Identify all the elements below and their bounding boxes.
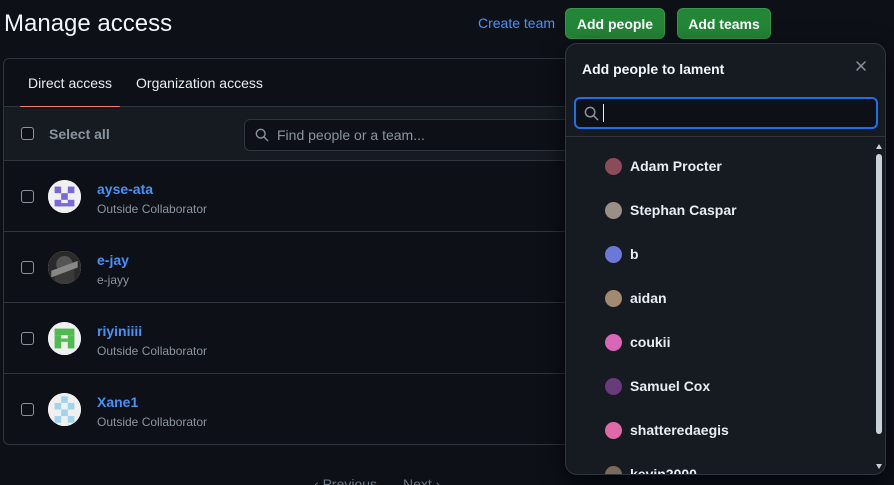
person-name: kevin2000 — [630, 466, 697, 474]
person-name: aidan — [630, 290, 667, 306]
avatar — [605, 245, 622, 263]
member-name-link[interactable]: e-jay — [97, 252, 129, 268]
scroll-thumb[interactable] — [876, 154, 882, 434]
person-name: shatteredaegis — [630, 422, 729, 438]
person-option[interactable]: coukii — [566, 320, 876, 364]
person-option[interactable]: Stephan Caspar — [566, 188, 876, 232]
add-people-button[interactable]: Add people — [565, 8, 665, 39]
search-icon — [255, 128, 269, 142]
member-row: riyiniiii Outside Collaborator — [4, 303, 602, 374]
next-page-button[interactable]: Next › — [403, 476, 440, 485]
select-all-label: Select all — [49, 126, 110, 142]
find-people-input[interactable] — [277, 127, 577, 143]
text-caret — [603, 104, 604, 122]
member-checkbox[interactable] — [21, 403, 34, 416]
member-role: e-jayy — [97, 273, 130, 287]
dialog-title: Add people to lament — [582, 61, 725, 77]
page-title: Manage access — [4, 10, 173, 37]
person-name: Stephan Caspar — [630, 202, 737, 218]
scroll-up-arrow[interactable] — [876, 144, 882, 149]
add-people-dialog: Add people to lament Adam Procter Stepha… — [565, 43, 886, 475]
member-name-link[interactable]: ayse-ata — [97, 181, 153, 197]
next-label: Next — [403, 476, 432, 485]
list-scrollbar[interactable] — [874, 144, 882, 469]
avatar — [605, 377, 622, 395]
avatar — [48, 251, 81, 284]
avatar — [48, 393, 81, 426]
member-checkbox[interactable] — [21, 332, 34, 345]
person-name: Adam Procter — [630, 158, 722, 174]
avatar — [605, 201, 622, 219]
member-name-link[interactable]: riyiniiii — [97, 323, 142, 339]
find-people-field[interactable] — [244, 119, 602, 151]
access-panel: Direct access Organization access Select… — [3, 58, 603, 445]
person-name: b — [630, 246, 639, 262]
person-option[interactable]: shatteredaegis — [566, 408, 876, 452]
member-role: Outside Collaborator — [97, 202, 208, 216]
avatar — [605, 333, 622, 351]
member-checkbox[interactable] — [21, 261, 34, 274]
avatar — [605, 289, 622, 307]
close-icon — [856, 61, 866, 71]
scroll-down-arrow[interactable] — [876, 464, 882, 469]
avatar — [605, 421, 622, 439]
tab-direct-access[interactable]: Direct access — [20, 59, 121, 108]
member-role: Outside Collaborator — [97, 415, 208, 429]
search-icon — [584, 106, 599, 120]
avatar — [605, 465, 622, 474]
previous-label: Previous — [322, 476, 378, 485]
close-button[interactable] — [853, 58, 869, 74]
person-option[interactable]: b — [566, 232, 876, 276]
member-name-link[interactable]: Xane1 — [97, 394, 138, 410]
people-search-field[interactable] — [574, 97, 878, 129]
person-option[interactable]: Adam Procter — [566, 144, 876, 188]
people-list: Adam Procter Stephan Caspar b aidan couk… — [566, 144, 876, 474]
person-name: Samuel Cox — [630, 378, 711, 394]
member-row: e-jay e-jayy — [4, 232, 602, 303]
person-option[interactable]: kevin2000 — [566, 452, 876, 474]
member-checkbox[interactable] — [21, 190, 34, 203]
avatar — [48, 322, 81, 355]
add-teams-button[interactable]: Add teams — [677, 8, 771, 39]
dialog-divider — [566, 136, 885, 137]
person-option[interactable]: Samuel Cox — [566, 364, 876, 408]
member-row: Xane1 Outside Collaborator — [4, 374, 602, 444]
avatar — [48, 180, 81, 213]
person-name: coukii — [630, 334, 671, 350]
people-search-input[interactable] — [614, 105, 874, 121]
tab-organization-access[interactable]: Organization access — [128, 59, 271, 107]
member-role: Outside Collaborator — [97, 344, 208, 358]
member-row: ayse-ata Outside Collaborator — [4, 161, 602, 232]
select-all-checkbox[interactable] — [21, 127, 34, 140]
members-toolbar: Select all — [4, 107, 602, 161]
previous-page-button[interactable]: ‹ Previous — [314, 476, 377, 485]
person-option[interactable]: aidan — [566, 276, 876, 320]
access-tabs: Direct access Organization access — [4, 59, 602, 108]
avatar — [605, 157, 622, 175]
pagination: ‹ Previous Next › — [314, 476, 440, 485]
create-team-link[interactable]: Create team — [478, 15, 555, 31]
